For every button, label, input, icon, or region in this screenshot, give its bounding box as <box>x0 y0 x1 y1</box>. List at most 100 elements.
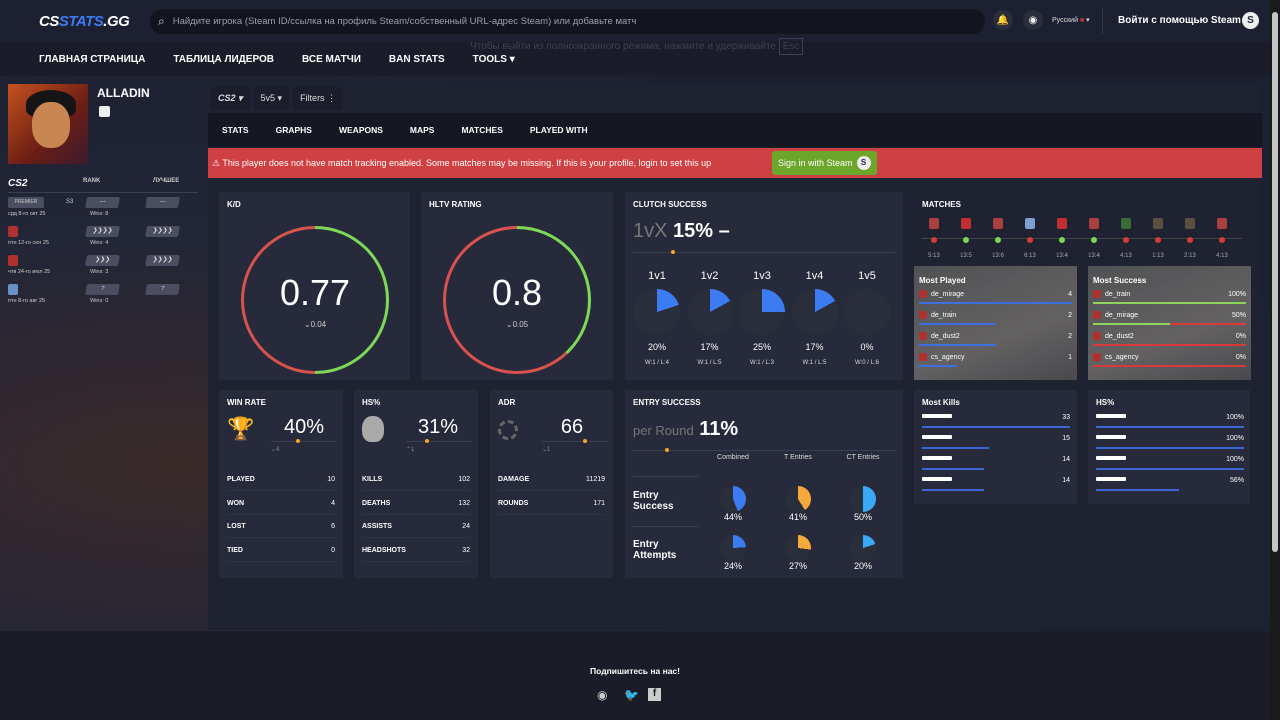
map-value: 2 <box>1068 311 1072 319</box>
nav-all-matches[interactable]: ВСЕ МАТЧИ <box>302 54 361 65</box>
weapon-bar <box>1096 489 1179 491</box>
stat-row: LOST 6 <box>227 523 335 538</box>
map-bar <box>919 344 996 346</box>
most-played-panel: Most Played de_mirage 4 de_train 2 de_dust2 2 c… <box>914 266 1077 380</box>
map-row: de_mirage 4 <box>919 290 1072 298</box>
stat-row: KILLS 102 <box>362 476 470 491</box>
steam-login-link[interactable]: Войти с помощью Steam <box>1118 15 1241 26</box>
map-name: de_dust2 <box>1105 332 1134 340</box>
stat-value: 24 <box>462 523 470 530</box>
map-bar-loss <box>1093 344 1246 346</box>
stat-value: 4 <box>331 499 335 507</box>
rank-date: птн 12-го сен 25 <box>8 240 49 246</box>
match-map-icon[interactable] <box>1185 218 1195 229</box>
steam-icon: S <box>856 156 871 170</box>
match-map-icon[interactable] <box>961 218 971 229</box>
weapon-bar <box>922 489 985 491</box>
entry-card: ENTRY SUCCESS per Round 11% Combined T En… <box>625 390 903 578</box>
nav-tools[interactable]: TOOLS ▾ <box>473 54 515 65</box>
match-result-dot[interactable] <box>1059 237 1065 243</box>
search-input[interactable]: ⌕ Найдите игрока (Steam ID/ссылка на проф… <box>150 9 985 34</box>
weapon-value: 56% <box>1229 477 1244 484</box>
tab-matches[interactable]: MATCHES <box>461 125 502 135</box>
stat-label: DEATHS <box>362 499 391 507</box>
nav-home[interactable]: ГЛАВНАЯ СТРАНИЦА <box>39 54 145 65</box>
steam-profile-icon[interactable] <box>99 106 110 117</box>
match-map-icon[interactable] <box>1153 218 1163 229</box>
map-bar <box>919 365 958 367</box>
match-map-icon[interactable] <box>1057 218 1067 229</box>
most-kills-card: Most Kills 33 15 14 14 <box>914 390 1077 504</box>
stat-label: TIED <box>227 546 243 554</box>
map-name: de_mirage <box>931 290 965 298</box>
match-result-dot[interactable] <box>963 237 969 243</box>
main-content: CS2 ▾ 5v5 ▾ Filters ⋮ STATS GRAPHS WEAPO… <box>208 84 1262 630</box>
match-result-dot[interactable] <box>1091 237 1097 243</box>
clutch-card: CLUTCH SUCCESS 1vX 15% – 1v1 20% W:1 / L:4… <box>625 192 903 380</box>
entry-pie <box>720 486 746 512</box>
stat-label: WON <box>227 499 245 507</box>
player-name: ALLADIN <box>97 86 150 100</box>
match-result-dot[interactable] <box>1219 237 1225 243</box>
match-result-dot[interactable] <box>1187 237 1193 243</box>
map-name: cs_agency <box>931 353 965 361</box>
season: S3 <box>66 199 74 205</box>
mode-select[interactable]: 5v5 ▾ <box>253 86 290 110</box>
logo[interactable]: CSSTATS.GG <box>39 13 130 30</box>
current-rank-badge: --- <box>85 197 120 208</box>
facebook-icon[interactable]: f <box>648 688 661 701</box>
match-map-icon[interactable] <box>1217 218 1227 229</box>
rank-wins: Wins: 4 <box>90 240 109 246</box>
map-row: de_dust2 0% <box>1093 332 1246 340</box>
clutch-percent: 0% <box>860 342 874 352</box>
notifications-bell-icon[interactable]: 🔔 <box>993 10 1013 30</box>
match-map-icon[interactable] <box>1089 218 1099 229</box>
match-score: 1:13 <box>1152 253 1164 259</box>
rank-wins: Wins: 3 <box>90 269 109 275</box>
clutch-pie <box>844 289 890 335</box>
galil-icon <box>922 477 952 481</box>
nav-ban-stats[interactable]: BAN STATS <box>389 54 445 65</box>
clutch-percent: 17% <box>805 342 824 352</box>
rank-row: чтв 24-го июл 25 ❯❯❯ ❯❯❯❯ Wins: 3 <box>8 251 198 280</box>
match-result-dot[interactable] <box>1155 237 1161 243</box>
entry-row-label: Entry Attempts <box>633 539 677 561</box>
current-rank-badge: ❯❯❯ <box>85 255 120 266</box>
tab-maps[interactable]: MAPS <box>410 125 435 135</box>
match-map-icon[interactable] <box>929 218 939 229</box>
best-rank-badge: ? <box>145 284 180 295</box>
steam-social-icon[interactable]: ◉ <box>597 688 607 702</box>
nav-leaderboard[interactable]: ТАБЛИЦА ЛИДЕРОВ <box>173 54 274 65</box>
match-result-dot[interactable] <box>931 237 937 243</box>
discord-icon[interactable]: ◉ <box>1023 10 1043 30</box>
sign-in-steam-button[interactable]: Sign in with Steam S <box>772 151 877 175</box>
language-select[interactable]: Русский ■ ▾ <box>1052 16 1090 24</box>
stat-row: PLAYED 10 <box>227 476 335 491</box>
map-icon <box>1093 332 1101 340</box>
tab-played-with[interactable]: PLAYED WITH <box>530 125 588 135</box>
best-rank-badge: --- <box>145 197 180 208</box>
twitter-icon[interactable]: 🐦 <box>624 688 639 702</box>
entry-percent: 44% <box>723 512 742 522</box>
filters-button[interactable]: Filters ⋮ <box>293 86 344 110</box>
stat-row: ROUNDS 171 <box>498 500 605 515</box>
tab-stats[interactable]: STATS <box>222 125 249 135</box>
match-map-icon[interactable] <box>1025 218 1035 229</box>
match-map-icon[interactable] <box>993 218 1003 229</box>
tab-weapons[interactable]: WEAPONS <box>339 125 383 135</box>
match-map-icon[interactable] <box>1121 218 1131 229</box>
match-result-dot[interactable] <box>1123 237 1129 243</box>
weapon-bar <box>1096 468 1244 470</box>
match-result-dot[interactable] <box>995 237 1001 243</box>
game-select[interactable]: CS2 ▾ <box>211 86 250 110</box>
hltv-ring: 0.8 ⌄0.05 <box>443 226 591 374</box>
rank-row: PREMIER S3 срд 8-го окт 25 --- --- Wins: 8 <box>8 193 198 222</box>
match-score: 5:13 <box>928 253 940 259</box>
best-rank-badge: ❯❯❯❯ <box>145 255 180 266</box>
rank-mode-icon <box>8 226 18 237</box>
entry-row-label: Entry Success <box>633 490 674 512</box>
scrollbar[interactable] <box>1270 0 1280 720</box>
tab-graphs[interactable]: GRAPHS <box>276 125 312 135</box>
match-result-dot[interactable] <box>1027 237 1033 243</box>
steam-icon[interactable]: S <box>1242 12 1259 29</box>
